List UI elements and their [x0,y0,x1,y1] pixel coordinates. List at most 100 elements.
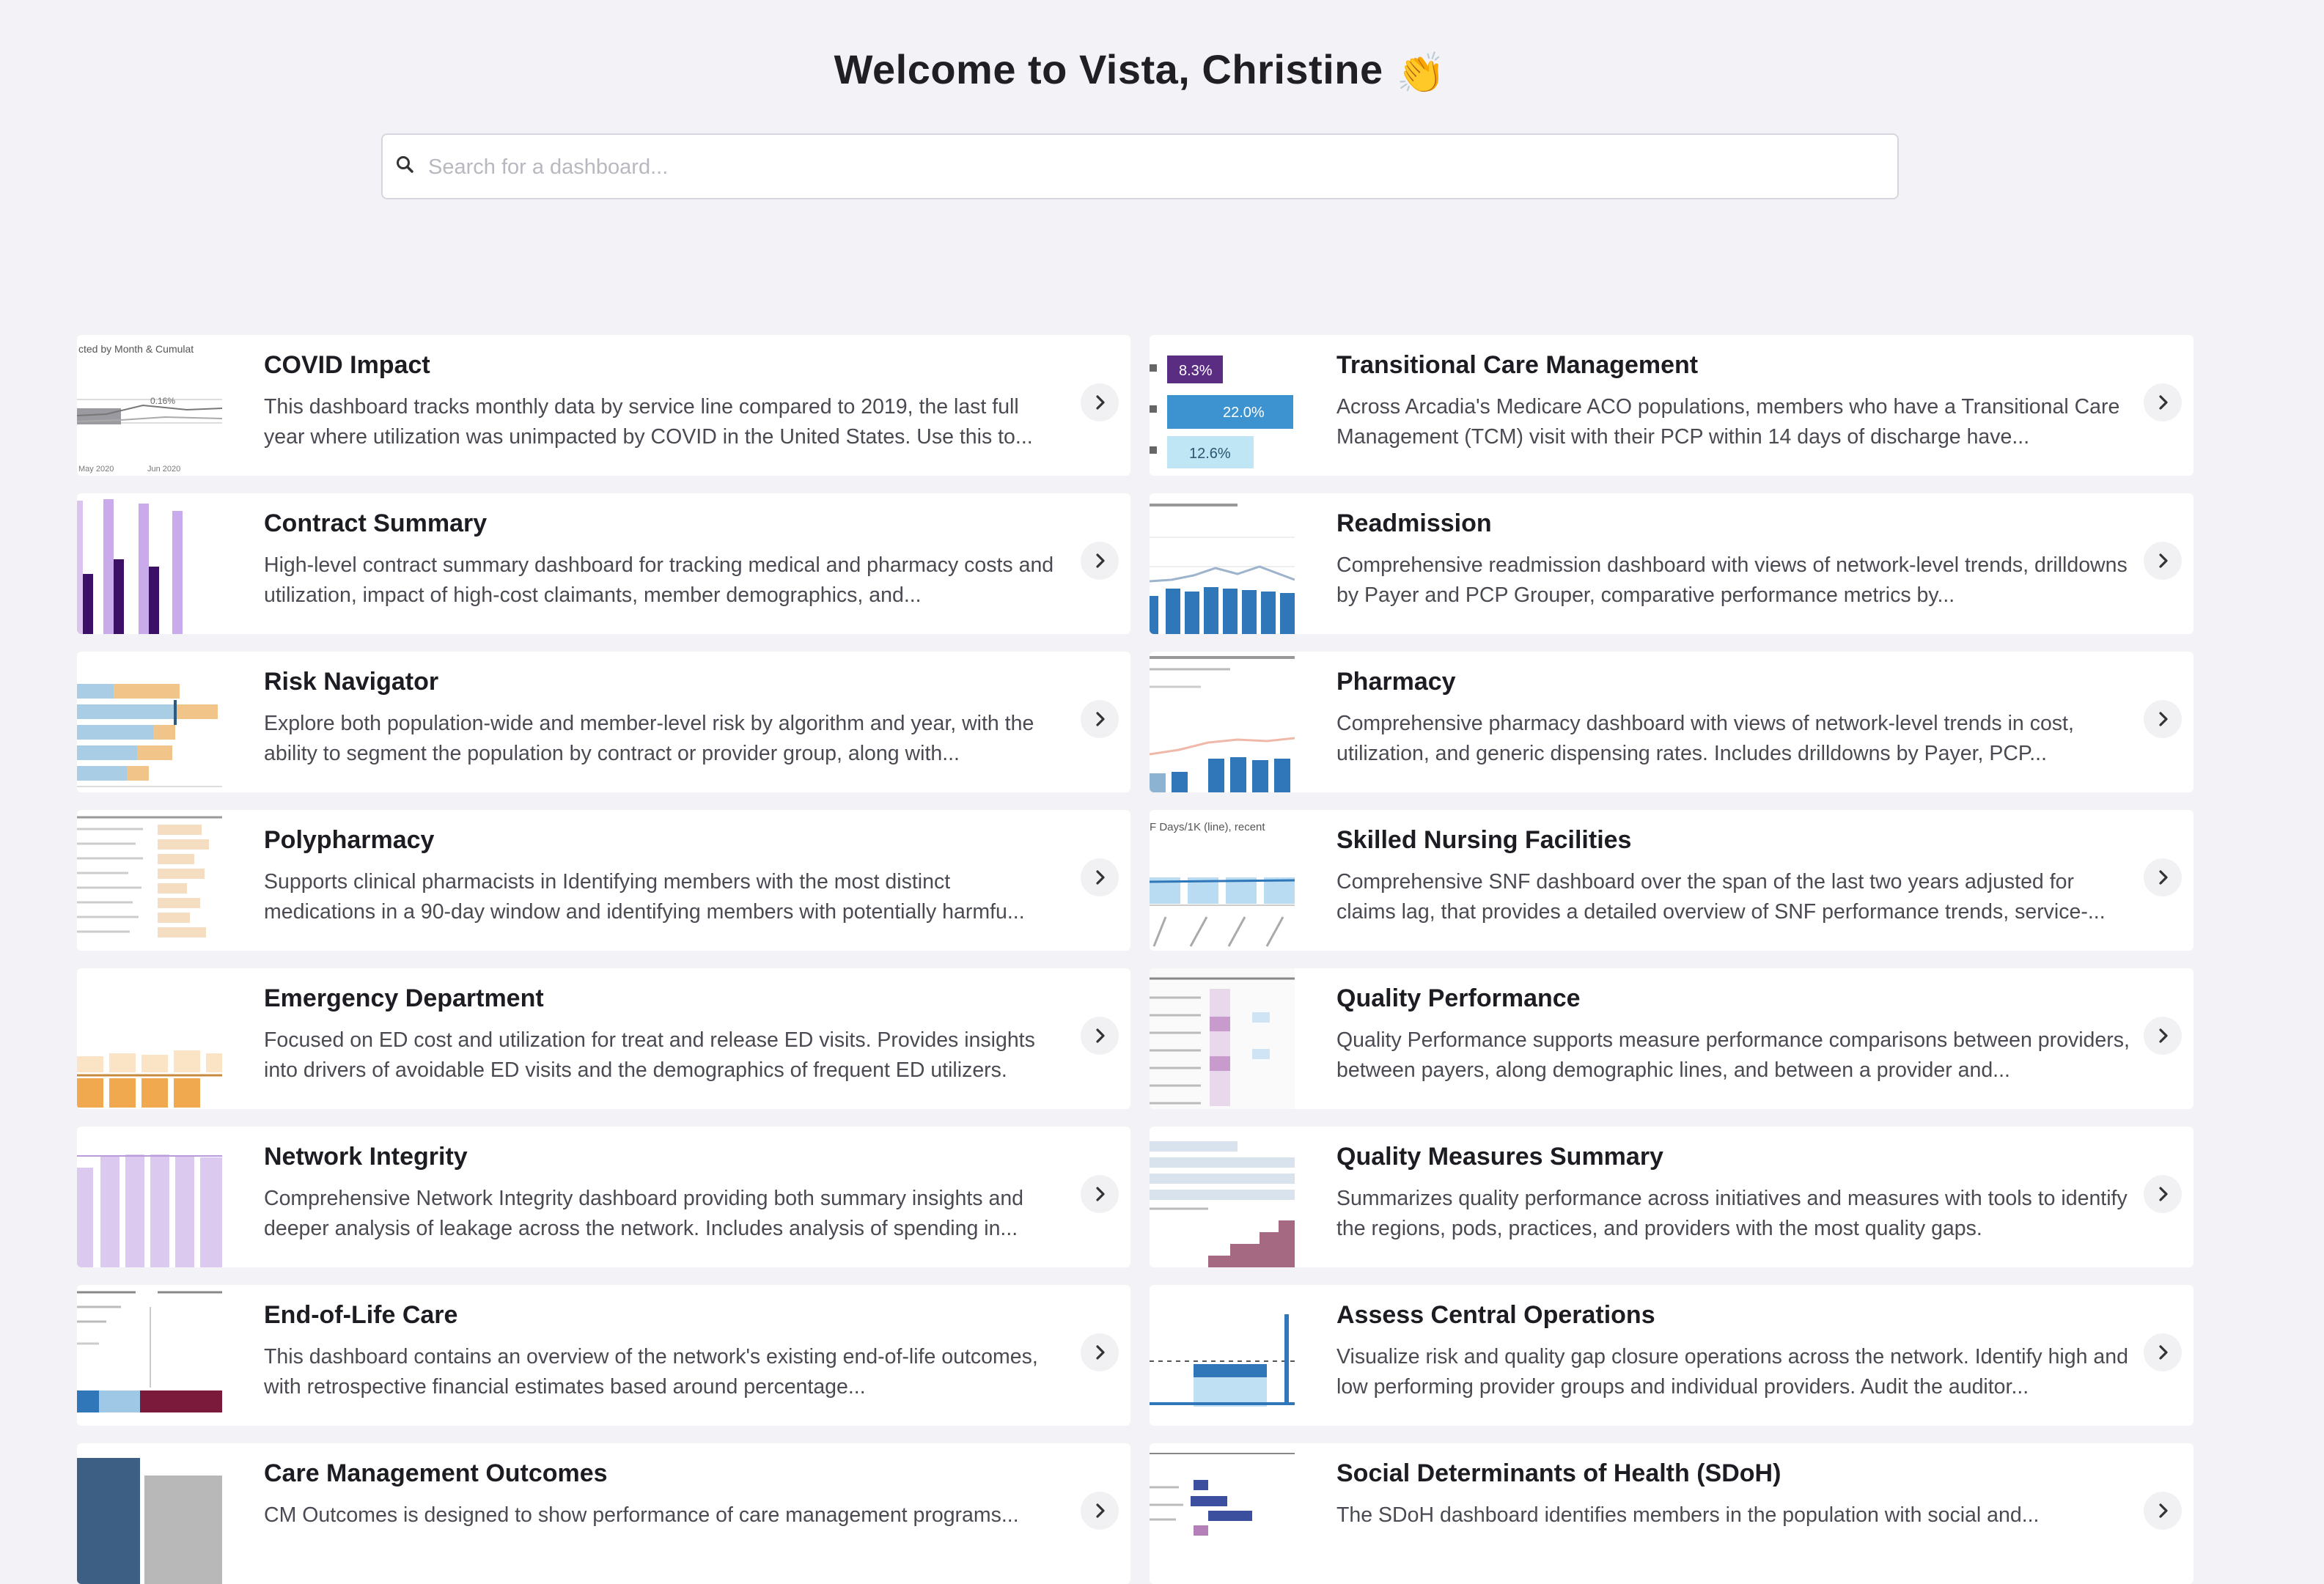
thumb-covid-val: 0.16% [150,396,175,406]
open-quality-measures-summary-button[interactable] [2144,1175,2182,1213]
thumb-tcm-p2: 22.0% [1223,405,1265,421]
dashboard-card-network-integrity[interactable]: Network Integrity Comprehensive Network … [77,1127,1130,1267]
open-assess-central-operations-button[interactable] [2144,1333,2182,1371]
card-title: Assess Central Operations [1336,1301,1655,1329]
open-readmission-button[interactable] [2144,542,2182,580]
search-icon [397,156,413,173]
card-description: Supports clinical pharmacists in Identif… [264,870,1025,924]
card-description: Visualize risk and quality gap closure o… [1336,1345,2128,1399]
snf-thumbnail: F Days/1K (line), recent [1150,810,1295,951]
quality-measures-summary-thumbnail [1150,1127,1295,1267]
open-sdoh-button[interactable] [2144,1492,2182,1530]
dashboard-card-risk-navigator[interactable]: Risk Navigator Explore both population-w… [77,652,1130,792]
card-title: Readmission [1336,509,1492,537]
dashboard-card-quality-performance[interactable]: Quality Performance Quality Performance … [1150,968,2194,1109]
card-description: Comprehensive pharmacy dashboard with vi… [1336,712,2074,765]
card-title: Quality Performance [1336,984,1581,1012]
card-title: Emergency Department [264,984,544,1012]
dashboard-card-care-management-outcomes[interactable]: Care Management Outcomes CM Outcomes is … [77,1443,1130,1584]
card-title: Polypharmacy [264,826,435,854]
open-transitional-care-management-button[interactable] [2144,383,2182,421]
dashboard-card-quality-measures-summary[interactable]: Quality Measures Summary Summarizes qual… [1150,1127,2194,1267]
chevron-right-icon [1096,712,1105,726]
polypharmacy-thumbnail [77,810,222,951]
card-description: Explore both population-wide and member-… [264,712,1034,765]
dashboard-card-social-determinants-of-health[interactable]: Social Determinants of Health (SDoH) The… [1150,1443,2194,1584]
card-description: CM Outcomes is designed to show performa… [264,1503,1019,1527]
chevron-right-icon [1096,1187,1105,1201]
card-title: Pharmacy [1336,668,1456,696]
contract-summary-thumbnail [77,493,222,634]
thumb-covid-title: cted by Month & Cumulat [78,343,194,355]
open-quality-performance-button[interactable] [2144,1017,2182,1055]
page-title: Welcome to Vista, Christine 👏 [0,45,2280,97]
chevron-right-icon [1096,395,1105,410]
card-description: Quality Performance supports measure per… [1336,1028,2130,1082]
chevron-right-icon [2159,553,2168,568]
dashboard-card-pharmacy[interactable]: Pharmacy Comprehensive pharmacy dashboar… [1150,652,2194,792]
dashboard-card-covid-impact[interactable]: cted by Month & Cumulat 0.16% May 2020 J… [77,335,1130,476]
card-title: Network Integrity [264,1143,468,1171]
dashboard-card-skilled-nursing-facilities[interactable]: F Days/1K (line), recent Skilled Nursing… [1150,810,2194,951]
open-skilled-nursing-facilities-button[interactable] [2144,858,2182,896]
chevron-right-icon [2159,1028,2168,1043]
dashboard-card-polypharmacy[interactable]: Polypharmacy Supports clinical pharmacis… [77,810,1130,951]
dashboard-card-transitional-care-management[interactable]: 8.3% 22.0% 12.6% Transitional Care Manag… [1150,335,2194,476]
card-description: High-level contract summary dashboard fo… [264,553,1054,607]
chevron-right-icon [2159,395,2168,410]
risk-navigator-thumbnail [77,652,222,792]
covid-impact-thumbnail: cted by Month & Cumulat 0.16% May 2020 J… [77,335,222,476]
card-title: Contract Summary [264,509,488,537]
card-title: Risk Navigator [264,668,439,696]
open-network-integrity-button[interactable] [1081,1175,1119,1213]
emergency-department-thumbnail [77,968,222,1109]
chevron-right-icon [1096,870,1105,885]
dashboard-card-emergency-department[interactable]: Emergency Department Focused on ED cost … [77,968,1130,1109]
card-description: Across Arcadia's Medicare ACO population… [1336,395,2120,449]
network-integrity-thumbnail [77,1127,222,1267]
dashboard-card-end-of-life-care[interactable]: End-of-Life Care This dashboard contains… [77,1285,1130,1426]
sdoh-thumbnail [1150,1443,1295,1584]
search-bar[interactable] [381,133,1899,199]
thumb-covid-x2: Jun 2020 [147,465,180,474]
chevron-right-icon [1096,1503,1105,1518]
open-risk-navigator-button[interactable] [1081,700,1119,738]
chevron-right-icon [1096,553,1105,568]
chevron-right-icon [2159,712,2168,726]
chevron-right-icon [1096,1028,1105,1043]
pharmacy-thumbnail [1150,652,1295,792]
thumb-covid-x1: May 2020 [78,465,114,474]
card-description: This dashboard contains an overview of t… [264,1345,1038,1399]
open-contract-summary-button[interactable] [1081,542,1119,580]
card-title: Skilled Nursing Facilities [1336,826,1632,854]
chevron-right-icon [2159,1187,2168,1201]
card-description: Comprehensive SNF dashboard over the spa… [1336,870,2106,924]
card-title: COVID Impact [264,351,430,379]
open-polypharmacy-button[interactable] [1081,858,1119,896]
open-end-of-life-care-button[interactable] [1081,1333,1119,1371]
dashboard-card-contract-summary[interactable]: Contract Summary High-level contract sum… [77,493,1130,634]
card-description: Comprehensive readmission dashboard with… [1336,553,2128,607]
end-of-life-care-thumbnail [77,1285,222,1426]
card-title: Transitional Care Management [1336,351,1699,379]
welcome-heading: Welcome to Vista, Christine [834,46,1383,92]
card-title: Care Management Outcomes [264,1459,608,1487]
assess-central-operations-thumbnail [1150,1285,1295,1426]
chevron-right-icon [2159,870,2168,885]
thumb-tcm-p3: 12.6% [1189,446,1231,462]
card-description: The SDoH dashboard identifies members in… [1336,1503,2040,1527]
card-description: This dashboard tracks monthly data by se… [264,395,1033,449]
open-emergency-department-button[interactable] [1081,1017,1119,1055]
card-description: Focused on ED cost and utilization for t… [264,1028,1035,1082]
dashboard-card-assess-central-operations[interactable]: Assess Central Operations Visualize risk… [1150,1285,2194,1426]
dashboard-card-readmission[interactable]: Readmission Comprehensive readmission da… [1150,493,2194,634]
open-care-management-outcomes-button[interactable] [1081,1492,1119,1530]
open-covid-impact-button[interactable] [1081,383,1119,421]
clapping-hands-icon: 👏 [1396,51,1446,95]
thumb-snf-title: F Days/1K (line), recent [1150,821,1265,833]
open-pharmacy-button[interactable] [2144,700,2182,738]
thumb-tcm-p1: 8.3% [1179,363,1213,379]
chevron-right-icon [2159,1345,2168,1360]
quality-performance-thumbnail [1150,968,1295,1109]
search-input[interactable] [427,145,1867,189]
